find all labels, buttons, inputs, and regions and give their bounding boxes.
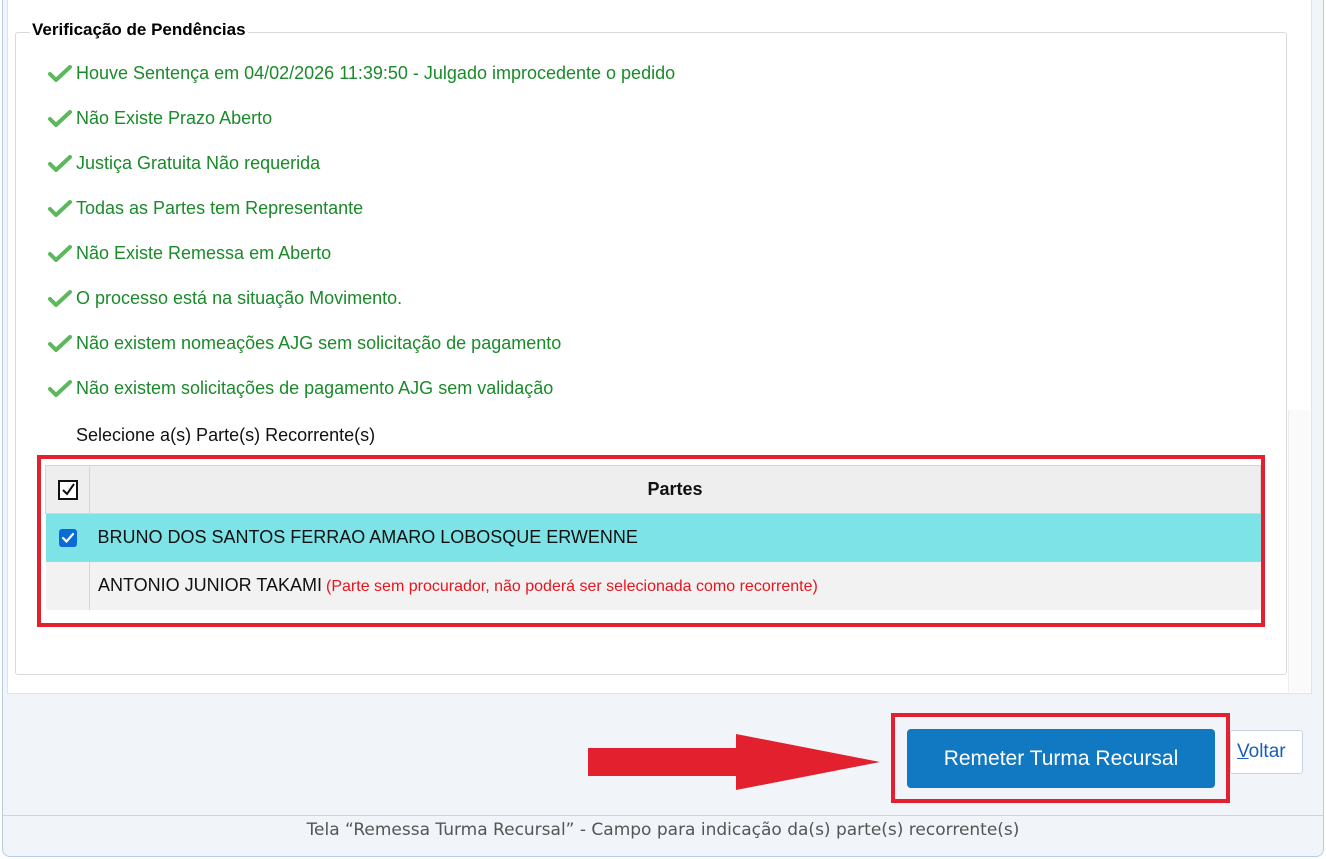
check-item: Não Existe Prazo Aberto — [48, 105, 272, 131]
check-item: Todas as Partes tem Representante — [48, 195, 363, 221]
check-icon — [48, 244, 74, 262]
select-all-checkbox[interactable] — [57, 480, 78, 501]
check-item: Não existem nomeações AJG sem solicitaçã… — [48, 330, 561, 356]
check-icon — [48, 154, 74, 172]
check-item: Houve Sentença em 04/02/2026 11:39:50 - … — [48, 60, 675, 86]
check-text: O processo está na situação Movimento. — [76, 287, 403, 308]
check-icon — [48, 199, 74, 217]
check-item: Justiça Gratuita Não requerida — [48, 150, 320, 176]
check-item: Não existem solicitações de pagamento AJ… — [48, 375, 553, 401]
check-text: Justiça Gratuita Não requerida — [76, 152, 321, 173]
row-checkbox-cell — [45, 513, 90, 562]
remeter-turma-recursal-button[interactable]: Remeter Turma Recursal — [907, 729, 1215, 788]
voltar-label: oltar — [1248, 741, 1286, 762]
party-name-cell: ANTONIO JUNIOR TAKAMI (Parte sem procurad… — [89, 561, 1261, 610]
voltar-button[interactable]: Voltar — [1230, 730, 1303, 774]
scrollbar[interactable] — [1288, 410, 1310, 692]
parts-table: Partes BRUNO DOS SANTOS FERRAO AMARO LOB… — [45, 465, 1261, 610]
row-checkbox-cell — [45, 561, 90, 610]
section-title: Verificação de Pendências — [30, 20, 248, 40]
check-item: Não Existe Remessa em Aberto — [48, 240, 331, 266]
check-item: O processo está na situação Movimento. — [48, 285, 402, 311]
party-warning: (Parte sem procurador, não poderá ser se… — [326, 578, 818, 595]
check-text: Houve Sentença em 04/02/2026 11:39:50 - … — [76, 62, 676, 83]
parts-highlight-box: Partes BRUNO DOS SANTOS FERRAO AMARO LOB… — [37, 455, 1265, 627]
table-row: ANTONIO JUNIOR TAKAMI (Parte sem procurad… — [45, 561, 1261, 610]
check-icon — [48, 109, 74, 127]
select-parts-label: Selecione a(s) Parte(s) Recorrente(s) — [76, 425, 376, 445]
check-text: Não Existe Prazo Aberto — [76, 107, 273, 128]
check-text: Não existem nomeações AJG sem solicitaçã… — [76, 332, 562, 353]
figure-caption: Tela “Remessa Turma Recursal” - Campo pa… — [306, 820, 1020, 840]
check-icon — [48, 289, 74, 307]
select-all-cell — [45, 465, 90, 514]
pointer-arrow-icon — [588, 734, 880, 790]
party-name: ANTONIO JUNIOR TAKAMI — [98, 575, 323, 595]
party-name-cell: BRUNO DOS SANTOS FERRAO AMARO LOBOSQUE E… — [89, 513, 1261, 562]
check-icon — [48, 334, 74, 352]
check-icon — [48, 379, 74, 397]
caption-divider — [2, 815, 1324, 816]
partes-column-header: Partes — [89, 465, 1261, 514]
check-text: Não Existe Remessa em Aberto — [76, 242, 332, 263]
check-text: Não existem solicitações de pagamento AJ… — [76, 377, 554, 398]
voltar-accesskey: V — [1237, 741, 1249, 762]
table-header-row: Partes — [45, 465, 1261, 514]
check-icon — [48, 64, 74, 82]
check-text: Todas as Partes tem Representante — [76, 197, 364, 218]
row-checkbox[interactable] — [58, 528, 77, 547]
table-row[interactable]: BRUNO DOS SANTOS FERRAO AMARO LOBOSQUE E… — [45, 513, 1261, 562]
party-name: BRUNO DOS SANTOS FERRAO AMARO LOBOSQUE E… — [97, 527, 638, 548]
